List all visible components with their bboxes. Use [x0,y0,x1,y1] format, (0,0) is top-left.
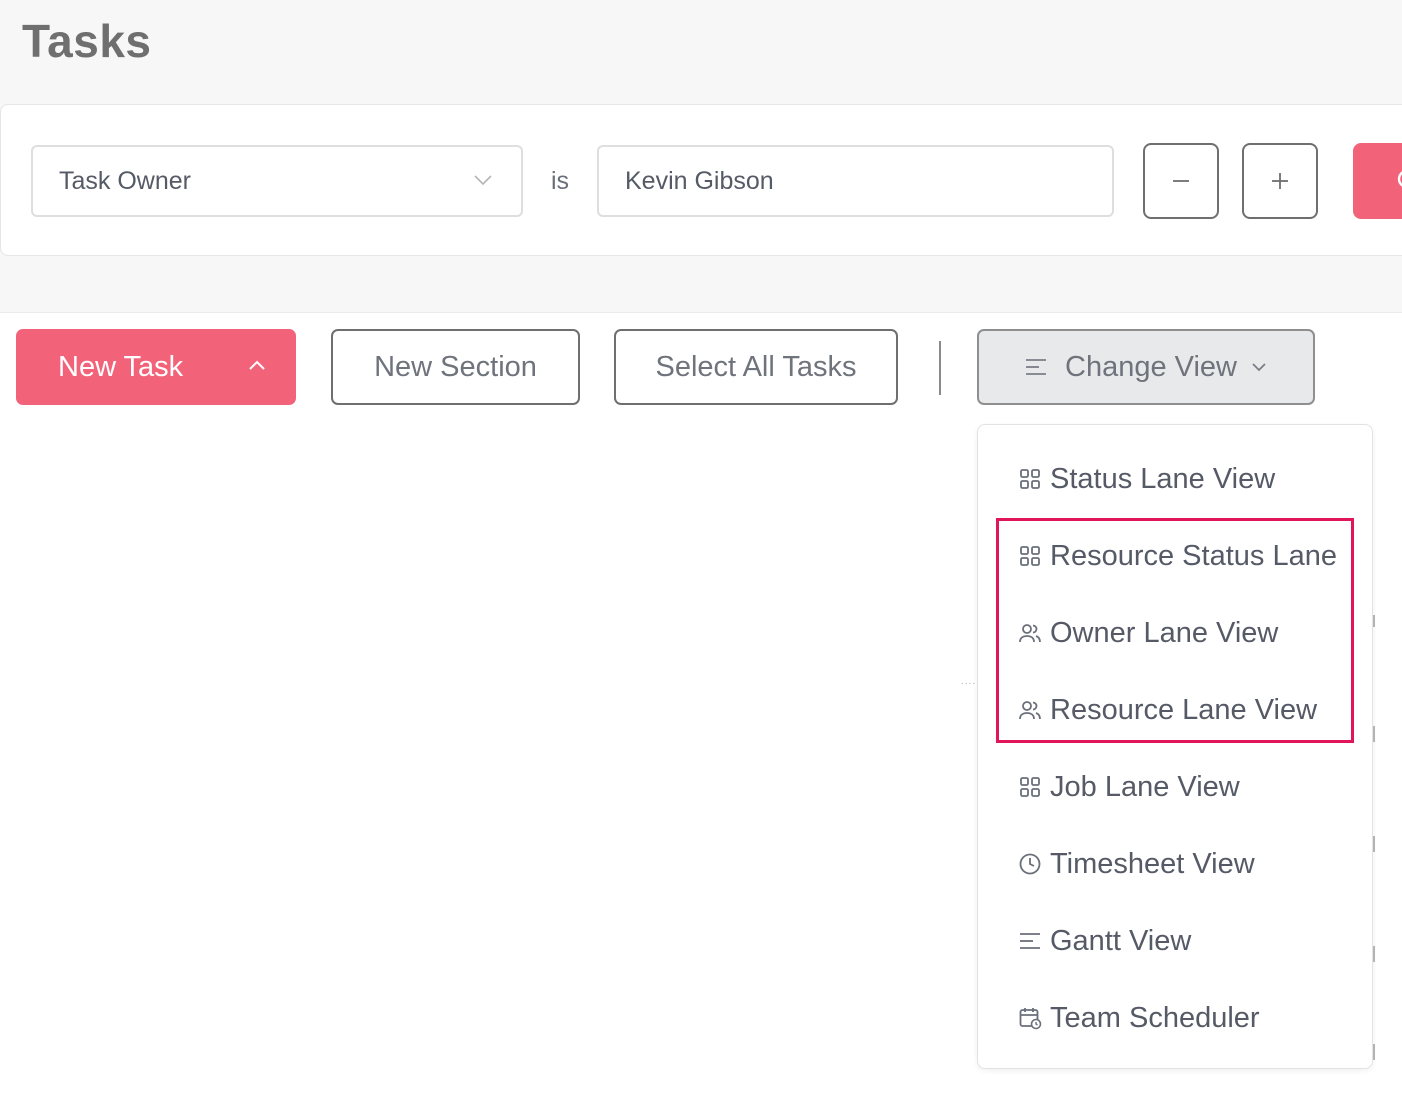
menu-item-label: Resource Status Lane [1050,539,1337,572]
search-icon [1397,171,1402,187]
menu-item-label: Job Lane View [1050,770,1240,803]
plus-icon [1272,173,1288,189]
filter-value-field[interactable]: Kevin Gibson [597,145,1114,217]
users-icon [1019,624,1041,643]
filter-operator-label: is [551,167,570,195]
chevron-up-icon[interactable] [248,359,266,371]
task-owner-select-value: Task Owner [59,166,191,195]
menu-item-resource-lane-view[interactable]: Resource Lane View [1018,690,1317,730]
menu-item-label: Status Lane View [1050,462,1276,495]
page-title: Tasks [22,15,152,67]
new-section-label: New Section [374,350,537,383]
task-owner-select[interactable]: Task Owner [31,145,523,217]
menu-item-owner-lane-view[interactable]: Owner Lane View [1018,613,1278,653]
grid-icon [1020,469,1040,489]
menu-item-resource-status-lane[interactable]: Resource Status Lane [1018,536,1337,576]
add-filter-button[interactable] [1242,143,1318,219]
chevron-down-icon [474,175,492,186]
menu-item-label: Timesheet View [1050,847,1255,880]
column-resize-handle[interactable]: .... [961,676,976,687]
task-toolbar: New Task New Section Select All Tasks Ch… [0,312,1402,422]
change-view-button[interactable]: Change View [977,329,1315,405]
menu-item-status-lane-view[interactable]: Status Lane View [1018,459,1275,499]
menu-item-timesheet-view[interactable]: Timesheet View [1018,844,1255,884]
new-section-button[interactable]: New Section [331,329,580,405]
menu-item-label: Resource Lane View [1050,693,1318,726]
users-icon [1019,701,1041,720]
clock-icon [1019,853,1041,875]
lines-icon [1026,359,1046,375]
menu-item-gantt-view[interactable]: Gantt View [1018,921,1191,961]
menu-item-job-lane-view[interactable]: Job Lane View [1018,767,1240,807]
lines-icon [1020,933,1040,949]
remove-filter-button[interactable] [1143,143,1219,219]
menu-item-label: Gantt View [1050,924,1192,957]
minus-icon [1173,180,1189,182]
filter-card: Task Owner is Kevin Gibson [0,104,1402,256]
calendar-clock-icon [1019,1008,1042,1030]
filter-value-text: Kevin Gibson [625,166,774,195]
chevron-down-icon [1252,363,1266,372]
select-all-label: Select All Tasks [655,350,857,383]
toolbar-divider [939,341,941,395]
new-task-label: New Task [58,350,184,383]
select-all-tasks-button[interactable]: Select All Tasks [614,329,898,405]
change-view-label: Change View [1065,350,1237,383]
menu-item-team-scheduler[interactable]: Team Scheduler [1018,998,1260,1038]
menu-item-label: Team Scheduler [1050,1001,1260,1034]
grid-icon [1020,546,1040,566]
apply-filter-button[interactable] [1353,143,1402,219]
new-task-button[interactable]: New Task [16,329,296,405]
change-view-menu: Status Lane View Resource Status Lane Ow… [977,424,1373,1069]
grid-icon [1020,777,1040,797]
menu-item-label: Owner Lane View [1050,616,1279,649]
